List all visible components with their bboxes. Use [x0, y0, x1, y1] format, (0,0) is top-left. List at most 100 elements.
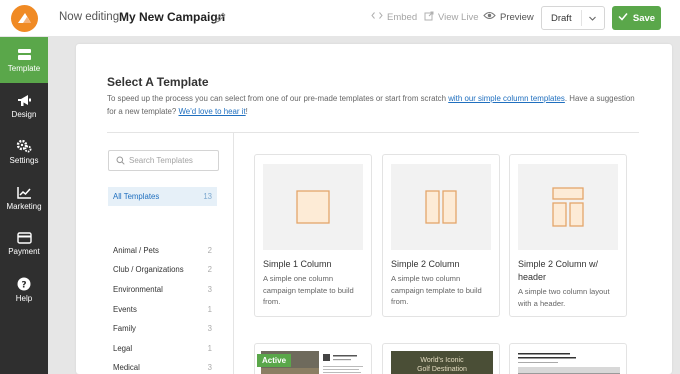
category-label: Events [113, 305, 137, 314]
template-thumbnail [518, 164, 618, 250]
sidebar-item-label: Help [15, 294, 33, 303]
template-card[interactable]: Active [254, 343, 372, 374]
external-link-icon [424, 11, 434, 24]
save-label: Save [632, 12, 656, 24]
category-item[interactable]: Family 3 [108, 319, 217, 338]
template-title: Simple 2 Column w/ header [518, 259, 599, 282]
category-item[interactable]: Animal / Pets 2 [108, 241, 217, 260]
template-title: Simple 2 Column [391, 259, 460, 269]
category-label: Medical [113, 363, 140, 372]
sidebar-item-label: Payment [8, 247, 40, 256]
template-title: Simple 1 Column [263, 259, 332, 269]
preview-button[interactable]: Preview [483, 11, 534, 23]
sidebar-item-label: Template [7, 63, 41, 73]
campaign-name[interactable]: My New Campaign [119, 10, 225, 24]
template-preview-image [518, 353, 620, 374]
sidebar-item-settings[interactable]: Settings [0, 129, 48, 175]
sidebar-item-payment[interactable]: Payment [0, 221, 48, 267]
category-label: Environmental [113, 285, 163, 294]
sidebar-item-label: Settings [9, 156, 39, 165]
template-card-simple-2-column-header[interactable]: Simple 2 Column w/ header A simple two c… [509, 154, 627, 317]
embed-label: Embed [387, 11, 418, 23]
sidebar-item-marketing[interactable]: Marketing [0, 175, 48, 221]
sidebar: Template Design Settings Marketing Payme… [0, 37, 48, 374]
template-thumbnail [391, 164, 491, 250]
divider [233, 132, 234, 374]
active-badge: Active [257, 354, 292, 367]
thumb-caption: World's Iconic [420, 357, 464, 364]
template-icon [17, 48, 32, 61]
simple-column-templates-link[interactable]: with our simple column templates [448, 94, 565, 103]
desc-text: To speed up the process you can select f… [107, 94, 449, 103]
one-column-layout-icon [296, 190, 330, 224]
credit-card-icon [16, 232, 32, 244]
category-label: All Templates [113, 192, 160, 201]
embed-button[interactable]: Embed [371, 11, 417, 23]
sidebar-item-template[interactable]: Template [0, 37, 48, 83]
category-count: 1 [207, 344, 212, 353]
category-item[interactable]: Events 1 [108, 300, 217, 319]
template-description: A simple two column campaign template to… [391, 274, 482, 306]
status-value: Draft [551, 13, 572, 24]
template-description: A simple two column layout with a header… [518, 287, 610, 308]
editing-label: Now editing [59, 11, 120, 23]
search-icon [116, 152, 125, 170]
category-count: 3 [207, 324, 212, 333]
chart-icon [16, 186, 32, 199]
logo-icon [10, 5, 38, 32]
top-bar: Now editing My New Campaign Embed View L… [0, 0, 680, 37]
view-live-button[interactable]: View Live [424, 11, 479, 24]
category-label: Family [113, 324, 136, 333]
desc-text: ! [245, 107, 248, 116]
two-column-layout-icon [425, 190, 457, 224]
suggestion-link[interactable]: We'd love to hear it [179, 107, 246, 116]
status-select[interactable]: Draft [541, 6, 605, 30]
preview-label: Preview [500, 11, 534, 23]
eye-icon [483, 11, 496, 23]
template-thumbnail [263, 164, 363, 250]
search-input[interactable] [129, 156, 219, 165]
category-label: Legal [113, 344, 133, 353]
check-icon [618, 12, 628, 24]
two-column-header-layout-icon [552, 187, 584, 227]
view-live-label: View Live [438, 12, 479, 23]
megaphone-icon [17, 94, 32, 107]
thumb-caption: Golf Destination [417, 366, 467, 373]
category-all-templates[interactable]: All Templates 13 [108, 187, 217, 206]
template-card[interactable]: World's Iconic Golf Destination [382, 343, 500, 374]
category-item[interactable]: Environmental 3 [108, 280, 217, 299]
category-item[interactable]: Legal 1 [108, 339, 217, 358]
category-count: 1 [207, 305, 212, 314]
svg-text:?: ? [21, 281, 26, 291]
category-item[interactable]: Club / Organizations 2 [108, 260, 217, 279]
sidebar-item-label: Design [11, 109, 37, 119]
pencil-icon[interactable] [214, 11, 227, 24]
gears-icon [16, 139, 32, 153]
save-button[interactable]: Save [612, 6, 661, 30]
help-icon: ? [17, 277, 31, 291]
sidebar-item-design[interactable]: Design [0, 83, 48, 129]
category-count: 3 [207, 363, 212, 372]
template-card-simple-1-column[interactable]: Simple 1 Column A simple one column camp… [254, 154, 372, 317]
category-label: Animal / Pets [113, 246, 159, 255]
panel-description: To speed up the process you can select f… [107, 92, 642, 118]
template-panel: Select A Template To speed up the proces… [76, 44, 672, 374]
sidebar-item-help[interactable]: ? Help [0, 267, 48, 313]
code-icon [371, 11, 383, 23]
category-count: 2 [207, 246, 212, 255]
page-title: Select A Template [107, 75, 209, 89]
chevron-down-icon [588, 14, 597, 26]
category-count: 13 [203, 192, 212, 201]
template-card[interactable] [509, 343, 627, 374]
category-count: 3 [207, 285, 212, 294]
app-logo[interactable] [0, 0, 48, 37]
sidebar-item-label: Marketing [6, 201, 42, 211]
category-count: 2 [207, 265, 212, 274]
divider [107, 132, 639, 133]
search-box[interactable] [108, 150, 219, 171]
select-divider [581, 10, 582, 26]
category-label: Club / Organizations [113, 265, 184, 274]
category-item[interactable]: Medical 3 [108, 358, 217, 374]
template-description: A simple one column campaign template to… [263, 274, 354, 306]
template-card-simple-2-column[interactable]: Simple 2 Column A simple two column camp… [382, 154, 500, 317]
